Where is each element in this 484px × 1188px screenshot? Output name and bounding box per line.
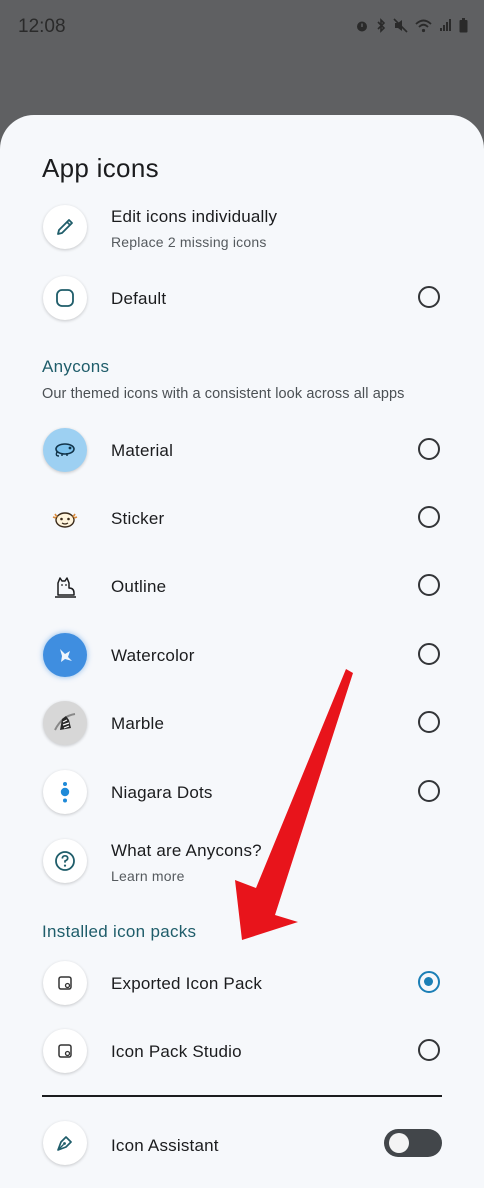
default-radio[interactable] bbox=[418, 286, 440, 308]
icon-pack-label: Exported Icon Pack bbox=[111, 974, 263, 993]
pen-nib-icon bbox=[43, 1121, 87, 1165]
alarm-icon bbox=[355, 19, 369, 38]
rounded-square-icon bbox=[43, 276, 87, 320]
mute-icon bbox=[393, 18, 408, 38]
anycon-label: Watercolor bbox=[111, 646, 195, 665]
anycon-label: Marble bbox=[111, 714, 165, 733]
what-are-anycons-row[interactable]: What are Anycons? Learn more bbox=[0, 831, 484, 895]
anycon-label: Niagara Dots bbox=[111, 783, 213, 802]
anycon-material-row[interactable]: Material bbox=[0, 420, 484, 484]
anycon-label: Sticker bbox=[111, 509, 165, 528]
anycon-watercolor-row[interactable]: Watercolor bbox=[0, 625, 484, 689]
icon-pack-radio[interactable] bbox=[418, 1039, 440, 1061]
edit-icons-label: Edit icons individually bbox=[111, 207, 278, 226]
toggle-knob bbox=[389, 1133, 409, 1153]
icon-pack-radio-selected[interactable] bbox=[418, 971, 440, 993]
edit-icons-sub: Replace 2 missing icons bbox=[111, 234, 267, 250]
anycon-niagara-dots-row[interactable]: Niagara Dots bbox=[0, 762, 484, 826]
icon-assistant-toggle[interactable] bbox=[384, 1129, 442, 1157]
icon-assistant-row[interactable]: Icon Assistant bbox=[0, 1113, 484, 1177]
cat-outline-icon bbox=[43, 564, 87, 608]
battery-icon bbox=[459, 18, 468, 38]
exported-icon-pack-row[interactable]: Exported Icon Pack bbox=[0, 953, 484, 1017]
edit-icons-row[interactable]: Edit icons individually Replace 2 missin… bbox=[0, 197, 484, 261]
wifi-icon bbox=[415, 19, 432, 38]
icon-assistant-label: Icon Assistant bbox=[111, 1136, 219, 1155]
anycon-radio[interactable] bbox=[418, 506, 440, 528]
status-bar: 12:08 bbox=[0, 0, 484, 56]
anycon-label: Material bbox=[111, 441, 174, 460]
icon-pack-studio-row[interactable]: Icon Pack Studio bbox=[0, 1021, 484, 1085]
watercolor-icon bbox=[43, 633, 87, 677]
anycon-outline-row[interactable]: Outline bbox=[0, 556, 484, 620]
anycon-radio[interactable] bbox=[418, 711, 440, 733]
axolotl-sticker-icon bbox=[43, 496, 87, 540]
status-time: 12:08 bbox=[18, 16, 66, 37]
icon-pack-icon bbox=[43, 1029, 87, 1073]
learn-more-link[interactable]: Learn more bbox=[111, 868, 185, 884]
pencil-icon bbox=[43, 205, 87, 249]
what-are-anycons-label: What are Anycons? bbox=[111, 841, 262, 860]
signal-icon bbox=[439, 19, 452, 37]
icon-pack-icon bbox=[43, 961, 87, 1005]
anycon-radio[interactable] bbox=[418, 574, 440, 596]
anycon-radio[interactable] bbox=[418, 643, 440, 665]
bluetooth-icon bbox=[376, 18, 386, 38]
dots-icon bbox=[43, 770, 87, 814]
icon-pack-label: Icon Pack Studio bbox=[111, 1042, 242, 1061]
status-icons bbox=[355, 18, 468, 38]
anycon-sticker-row[interactable]: Sticker bbox=[0, 488, 484, 552]
anycon-radio[interactable] bbox=[418, 438, 440, 460]
question-icon bbox=[43, 839, 87, 883]
anycons-header: Anycons bbox=[42, 357, 110, 376]
anycon-label: Outline bbox=[111, 577, 167, 596]
section-divider bbox=[42, 1095, 442, 1097]
anycon-radio[interactable] bbox=[418, 780, 440, 802]
anycon-marble-row[interactable]: Marble bbox=[0, 693, 484, 757]
default-row[interactable]: Default bbox=[0, 268, 484, 332]
marble-icon bbox=[43, 701, 87, 745]
chameleon-material-icon bbox=[43, 428, 87, 472]
default-label: Default bbox=[111, 289, 167, 308]
sheet-title: App icons bbox=[42, 153, 159, 183]
anycons-description: Our themed icons with a consistent look … bbox=[42, 386, 405, 402]
installed-packs-header: Installed icon packs bbox=[42, 922, 197, 941]
app-icons-sheet: App icons Edit icons individually Replac… bbox=[0, 115, 484, 1188]
